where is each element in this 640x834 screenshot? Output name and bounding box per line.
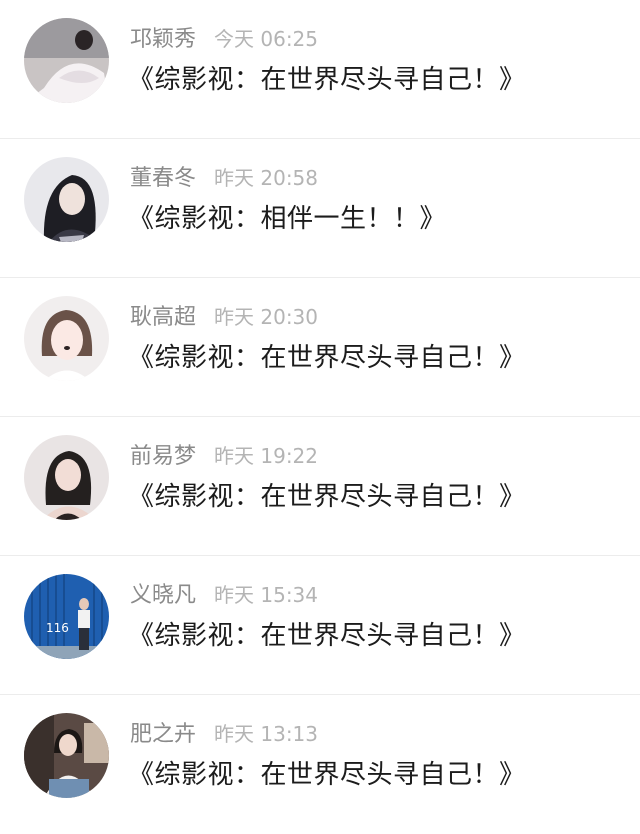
comment-text: 《综影视：在世界尽头寻自己！》	[128, 621, 526, 651]
comment-item[interactable]: 肥之卉 昨天 13:13 《综影视：在世界尽头寻自己！》	[0, 695, 640, 834]
comment-item[interactable]: 董春冬 昨天 20:58 《综影视：相伴一生！！》	[0, 139, 640, 278]
comment-text: 《综影视：相伴一生！！》	[128, 204, 447, 234]
comment-item[interactable]: 邛颖秀 今天 06:25 《综影视：在世界尽头寻自己！》	[0, 0, 640, 139]
avatar[interactable]	[24, 296, 109, 381]
username[interactable]: 前易梦	[130, 444, 196, 469]
comment-item[interactable]: 116 义晓凡 昨天 15:34 《综影视：在世界尽头寻自己！》	[0, 556, 640, 695]
username[interactable]: 邛颖秀	[130, 27, 196, 52]
avatar[interactable]: 116	[24, 574, 109, 659]
timestamp: 昨天 20:30	[214, 305, 319, 329]
comment-text: 《综影视：在世界尽头寻自己！》	[128, 482, 526, 512]
timestamp: 今天 06:25	[214, 27, 319, 51]
avatar[interactable]	[24, 18, 109, 103]
timestamp: 昨天 20:58	[214, 166, 319, 190]
avatar[interactable]	[24, 157, 109, 242]
username[interactable]: 义晓凡	[130, 583, 196, 608]
comment-item[interactable]: 耿高超 昨天 20:30 《综影视：在世界尽头寻自己！》	[0, 278, 640, 417]
username[interactable]: 肥之卉	[130, 722, 196, 747]
username[interactable]: 董春冬	[130, 166, 196, 191]
timestamp: 昨天 15:34	[214, 583, 319, 607]
timestamp: 昨天 19:22	[214, 444, 319, 468]
comment-text: 《综影视：在世界尽头寻自己！》	[128, 65, 526, 95]
timestamp: 昨天 13:13	[214, 722, 319, 746]
comment-item[interactable]: 前易梦 昨天 19:22 《综影视：在世界尽头寻自己！》	[0, 417, 640, 556]
container-number: 116	[46, 621, 69, 635]
comment-list: 邛颖秀 今天 06:25 《综影视：在世界尽头寻自己！》 董春冬 昨天 20:58 …	[0, 0, 640, 812]
avatar[interactable]	[24, 435, 109, 520]
comment-text: 《综影视：在世界尽头寻自己！》	[128, 343, 526, 373]
avatar[interactable]	[24, 713, 109, 798]
comment-text: 《综影视：在世界尽头寻自己！》	[128, 760, 526, 790]
username[interactable]: 耿高超	[130, 305, 196, 330]
